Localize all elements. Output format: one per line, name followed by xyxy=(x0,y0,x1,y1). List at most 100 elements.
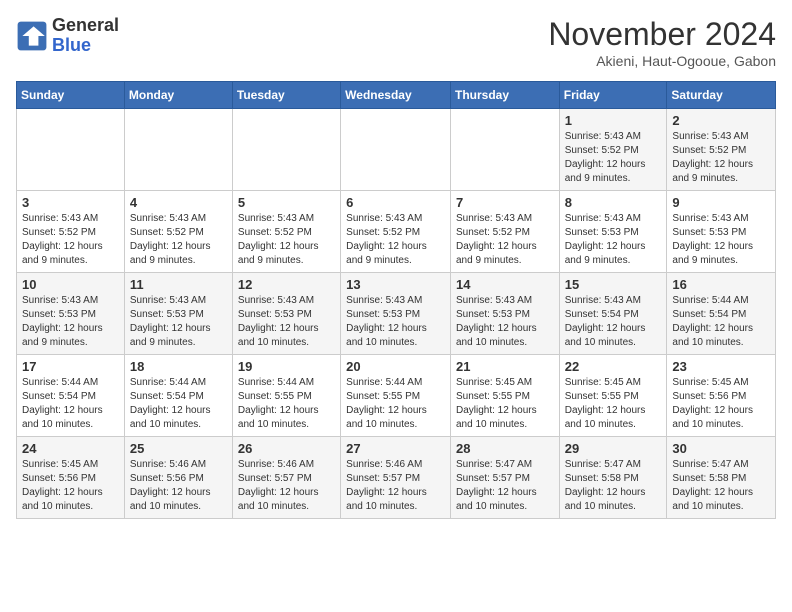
day-number: 12 xyxy=(238,277,335,292)
day-info: Sunrise: 5:44 AM Sunset: 5:54 PM Dayligh… xyxy=(22,376,119,432)
day-info: Sunrise: 5:43 AM Sunset: 5:53 PM Dayligh… xyxy=(22,294,119,350)
calendar-cell: 16Sunrise: 5:44 AM Sunset: 5:54 PM Dayli… xyxy=(667,273,776,355)
day-number: 26 xyxy=(238,441,335,456)
day-info: Sunrise: 5:43 AM Sunset: 5:52 PM Dayligh… xyxy=(565,130,662,186)
calendar-cell: 9Sunrise: 5:43 AM Sunset: 5:53 PM Daylig… xyxy=(667,191,776,273)
day-info: Sunrise: 5:43 AM Sunset: 5:52 PM Dayligh… xyxy=(346,212,445,268)
day-info: Sunrise: 5:47 AM Sunset: 5:58 PM Dayligh… xyxy=(565,458,662,514)
day-info: Sunrise: 5:45 AM Sunset: 5:55 PM Dayligh… xyxy=(456,376,554,432)
day-number: 23 xyxy=(672,359,770,374)
header-day: Tuesday xyxy=(232,82,340,109)
month-title: November 2024 xyxy=(548,16,776,53)
calendar-cell: 10 Sunrise: 5:43 AM Sunset: 5:53 PM Dayli… xyxy=(17,273,125,355)
calendar-cell: 14 Sunrise: 5:43 AM Sunset: 5:53 PM Dayli… xyxy=(450,273,559,355)
calendar-cell: 22Sunrise: 5:45 AM Sunset: 5:55 PM Dayli… xyxy=(559,355,667,437)
day-info: Sunrise: 5:47 AM Sunset: 5:57 PM Dayligh… xyxy=(456,458,554,514)
day-info: Sunrise: 5:46 AM Sunset: 5:57 PM Dayligh… xyxy=(346,458,445,514)
day-info: Sunrise: 5:47 AM Sunset: 5:58 PM Dayligh… xyxy=(672,458,770,514)
calendar-cell xyxy=(124,109,232,191)
day-number: 1 xyxy=(565,113,662,128)
day-number: 17 xyxy=(22,359,119,374)
calendar-cell: 30 Sunrise: 5:47 AM Sunset: 5:58 PM Dayli… xyxy=(667,437,776,519)
calendar-cell: 23 Sunrise: 5:45 AM Sunset: 5:56 PM Dayli… xyxy=(667,355,776,437)
calendar-week: 3 Sunrise: 5:43 AM Sunset: 5:52 PM Daylig… xyxy=(17,191,776,273)
calendar-cell: 12Sunrise: 5:43 AM Sunset: 5:53 PM Dayli… xyxy=(232,273,340,355)
day-info: Sunrise: 5:43 AM Sunset: 5:52 PM Dayligh… xyxy=(22,212,119,268)
day-number: 30 xyxy=(672,441,770,456)
day-info: Sunrise: 5:45 AM Sunset: 5:56 PM Dayligh… xyxy=(672,376,770,432)
day-number: 28 xyxy=(456,441,554,456)
calendar-cell: 27 Sunrise: 5:46 AM Sunset: 5:57 PM Dayli… xyxy=(341,437,451,519)
calendar-header: SundayMondayTuesdayWednesdayThursdayFrid… xyxy=(17,82,776,109)
day-info: Sunrise: 5:43 AM Sunset: 5:52 PM Dayligh… xyxy=(130,212,227,268)
calendar-cell: 24Sunrise: 5:45 AM Sunset: 5:56 PM Dayli… xyxy=(17,437,125,519)
day-info: Sunrise: 5:46 AM Sunset: 5:56 PM Dayligh… xyxy=(130,458,227,514)
calendar-cell: 5Sunrise: 5:43 AM Sunset: 5:52 PM Daylig… xyxy=(232,191,340,273)
calendar-cell: 3 Sunrise: 5:43 AM Sunset: 5:52 PM Daylig… xyxy=(17,191,125,273)
day-info: Sunrise: 5:45 AM Sunset: 5:55 PM Dayligh… xyxy=(565,376,662,432)
calendar-week: 17 Sunrise: 5:44 AM Sunset: 5:54 PM Dayli… xyxy=(17,355,776,437)
calendar-cell: 21 Sunrise: 5:45 AM Sunset: 5:55 PM Dayli… xyxy=(450,355,559,437)
calendar-cell xyxy=(232,109,340,191)
calendar-cell: 19 Sunrise: 5:44 AM Sunset: 5:55 PM Dayli… xyxy=(232,355,340,437)
header-day: Sunday xyxy=(17,82,125,109)
calendar-cell: 25 Sunrise: 5:46 AM Sunset: 5:56 PM Dayli… xyxy=(124,437,232,519)
day-info: Sunrise: 5:43 AM Sunset: 5:52 PM Dayligh… xyxy=(456,212,554,268)
day-info: Sunrise: 5:43 AM Sunset: 5:54 PM Dayligh… xyxy=(565,294,662,350)
day-number: 29 xyxy=(565,441,662,456)
logo: General Blue xyxy=(16,16,119,56)
calendar-cell xyxy=(17,109,125,191)
calendar-cell: 6 Sunrise: 5:43 AM Sunset: 5:52 PM Daylig… xyxy=(341,191,451,273)
day-number: 7 xyxy=(456,195,554,210)
calendar-cell: 28 Sunrise: 5:47 AM Sunset: 5:57 PM Dayli… xyxy=(450,437,559,519)
day-info: Sunrise: 5:43 AM Sunset: 5:53 PM Dayligh… xyxy=(565,212,662,268)
header-day: Thursday xyxy=(450,82,559,109)
day-info: Sunrise: 5:43 AM Sunset: 5:53 PM Dayligh… xyxy=(346,294,445,350)
day-number: 9 xyxy=(672,195,770,210)
day-number: 19 xyxy=(238,359,335,374)
header-day: Wednesday xyxy=(341,82,451,109)
calendar-cell: 15 Sunrise: 5:43 AM Sunset: 5:54 PM Dayli… xyxy=(559,273,667,355)
day-number: 20 xyxy=(346,359,445,374)
calendar-cell: 13 Sunrise: 5:43 AM Sunset: 5:53 PM Dayli… xyxy=(341,273,451,355)
calendar-table: SundayMondayTuesdayWednesdayThursdayFrid… xyxy=(16,81,776,519)
header-day: Friday xyxy=(559,82,667,109)
title-block: November 2024 Akieni, Haut-Ogooue, Gabon xyxy=(548,16,776,69)
calendar-week: 10 Sunrise: 5:43 AM Sunset: 5:53 PM Dayli… xyxy=(17,273,776,355)
day-info: Sunrise: 5:44 AM Sunset: 5:55 PM Dayligh… xyxy=(346,376,445,432)
calendar-cell xyxy=(341,109,451,191)
day-number: 11 xyxy=(130,277,227,292)
day-number: 25 xyxy=(130,441,227,456)
calendar-cell: 8Sunrise: 5:43 AM Sunset: 5:53 PM Daylig… xyxy=(559,191,667,273)
calendar-cell: 20 Sunrise: 5:44 AM Sunset: 5:55 PM Dayli… xyxy=(341,355,451,437)
calendar-cell: 1 Sunrise: 5:43 AM Sunset: 5:52 PM Daylig… xyxy=(559,109,667,191)
day-number: 5 xyxy=(238,195,335,210)
calendar-cell xyxy=(450,109,559,191)
day-number: 10 xyxy=(22,277,119,292)
page-header: General Blue November 2024 Akieni, Haut-… xyxy=(16,16,776,69)
day-info: Sunrise: 5:43 AM Sunset: 5:53 PM Dayligh… xyxy=(456,294,554,350)
day-number: 27 xyxy=(346,441,445,456)
calendar-cell: 17 Sunrise: 5:44 AM Sunset: 5:54 PM Dayli… xyxy=(17,355,125,437)
location: Akieni, Haut-Ogooue, Gabon xyxy=(548,53,776,69)
calendar-week: 1 Sunrise: 5:43 AM Sunset: 5:52 PM Daylig… xyxy=(17,109,776,191)
header-day: Monday xyxy=(124,82,232,109)
calendar-week: 24Sunrise: 5:45 AM Sunset: 5:56 PM Dayli… xyxy=(17,437,776,519)
calendar-cell: 29 Sunrise: 5:47 AM Sunset: 5:58 PM Dayli… xyxy=(559,437,667,519)
header-day: Saturday xyxy=(667,82,776,109)
day-number: 4 xyxy=(130,195,227,210)
calendar-cell: 11Sunrise: 5:43 AM Sunset: 5:53 PM Dayli… xyxy=(124,273,232,355)
day-number: 24 xyxy=(22,441,119,456)
day-info: Sunrise: 5:44 AM Sunset: 5:54 PM Dayligh… xyxy=(130,376,227,432)
day-number: 14 xyxy=(456,277,554,292)
logo-icon xyxy=(16,20,48,52)
day-number: 3 xyxy=(22,195,119,210)
day-number: 21 xyxy=(456,359,554,374)
day-number: 15 xyxy=(565,277,662,292)
day-number: 13 xyxy=(346,277,445,292)
day-number: 2 xyxy=(672,113,770,128)
day-number: 16 xyxy=(672,277,770,292)
day-number: 6 xyxy=(346,195,445,210)
day-number: 18 xyxy=(130,359,227,374)
day-info: Sunrise: 5:44 AM Sunset: 5:55 PM Dayligh… xyxy=(238,376,335,432)
